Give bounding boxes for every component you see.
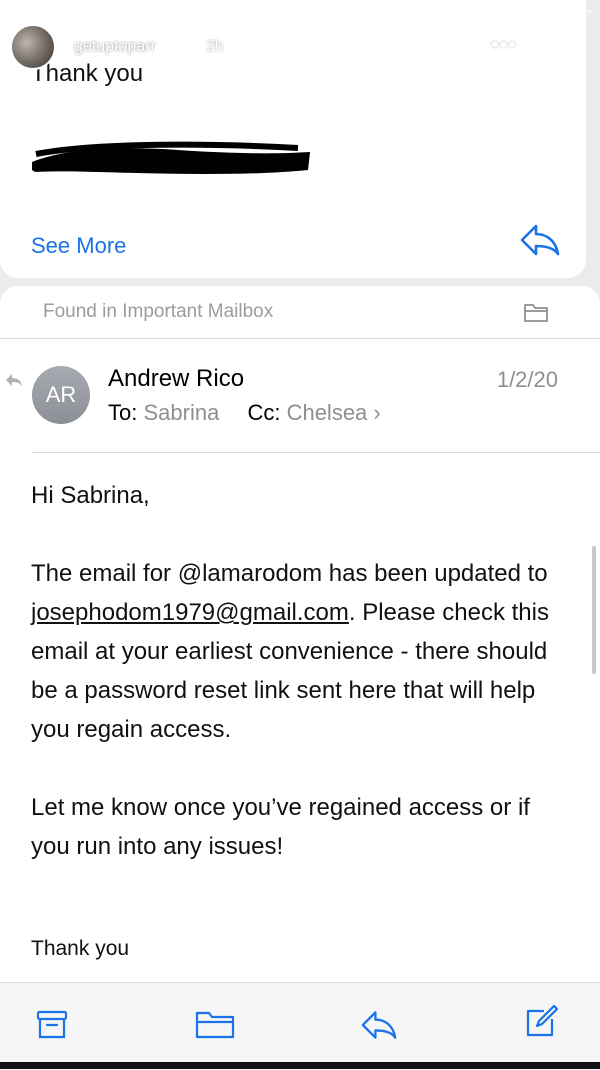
compose-icon[interactable] — [522, 1003, 560, 1041]
sender-initials: AR — [45, 382, 77, 407]
story-timestamp: 2h — [206, 38, 224, 55]
email-date: 1/2/20 — [496, 367, 558, 392]
mailbox-info-row: Found in Important Mailbox — [0, 286, 600, 339]
to-recipient[interactable]: Sabrina — [143, 400, 219, 425]
close-icon[interactable] — [548, 30, 582, 64]
story-username[interactable]: getuptoparr — [74, 38, 156, 56]
story-avatar[interactable] — [10, 24, 56, 70]
story-header: getuptoparr 2h ••• — [8, 24, 592, 74]
mail-toolbar — [0, 982, 600, 1070]
progress-segment — [433, 10, 462, 13]
replied-indicator-icon — [6, 374, 22, 386]
progress-segment — [400, 10, 429, 13]
para1-start: The email for @lamarodom has been update… — [31, 560, 548, 587]
progress-segment — [367, 10, 396, 13]
progress-segment — [171, 10, 200, 13]
progress-segment — [106, 10, 134, 13]
progress-segment — [138, 10, 167, 13]
sender-name[interactable]: Andrew Rico — [108, 365, 244, 393]
archive-box-icon[interactable] — [35, 1007, 69, 1041]
home-indicator-area — [0, 1062, 600, 1069]
progress-segment — [564, 10, 592, 13]
story-progress-bar — [8, 10, 592, 14]
body-paragraph-2: Let me know once you’ve regained access … — [31, 794, 530, 860]
cc-label: Cc: — [247, 400, 281, 425]
progress-segment — [302, 10, 331, 13]
progress-segment — [498, 10, 527, 13]
greeting: Hi Sabrina, — [31, 482, 150, 509]
progress-segment — [531, 10, 560, 13]
email-card: Found in Important Mailbox AR Andrew Ric… — [0, 286, 600, 986]
header-divider — [31, 452, 600, 453]
recipients-line[interactable]: To: Sabrina Cc: Chelsea › — [108, 400, 381, 426]
progress-segment — [40, 10, 69, 13]
progress-segment — [237, 10, 265, 13]
folder-icon[interactable] — [523, 301, 549, 323]
scrollbar[interactable] — [592, 546, 596, 674]
reply-arrow-icon[interactable] — [518, 220, 562, 260]
folder-icon[interactable] — [194, 1007, 236, 1041]
progress-segment — [466, 10, 494, 13]
sender-avatar: AR — [32, 366, 90, 424]
email-link[interactable]: josephodom1979@gmail.com — [31, 599, 349, 626]
redaction-scribble — [32, 141, 310, 174]
progress-segment — [204, 10, 233, 13]
found-in-mailbox-label: Found in Important Mailbox — [43, 301, 274, 322]
see-more-link[interactable]: See More — [31, 233, 126, 259]
email-signoff: Thank you — [31, 937, 130, 960]
progress-segment — [335, 10, 363, 13]
to-label: To: — [108, 400, 138, 425]
cc-recipient[interactable]: Chelsea — [287, 400, 368, 425]
more-horizontal-icon[interactable]: ••• — [491, 32, 517, 58]
email-body: Hi Sabrina, The email for @lamarodom has… — [31, 476, 571, 866]
chevron-right-icon[interactable]: › — [373, 400, 380, 425]
progress-segment — [269, 10, 298, 13]
reply-arrow-icon[interactable] — [358, 1007, 400, 1043]
progress-segment — [8, 10, 36, 13]
progress-segment — [73, 10, 102, 13]
body-paragraph-1: The email for @lamarodom has been update… — [31, 554, 571, 749]
